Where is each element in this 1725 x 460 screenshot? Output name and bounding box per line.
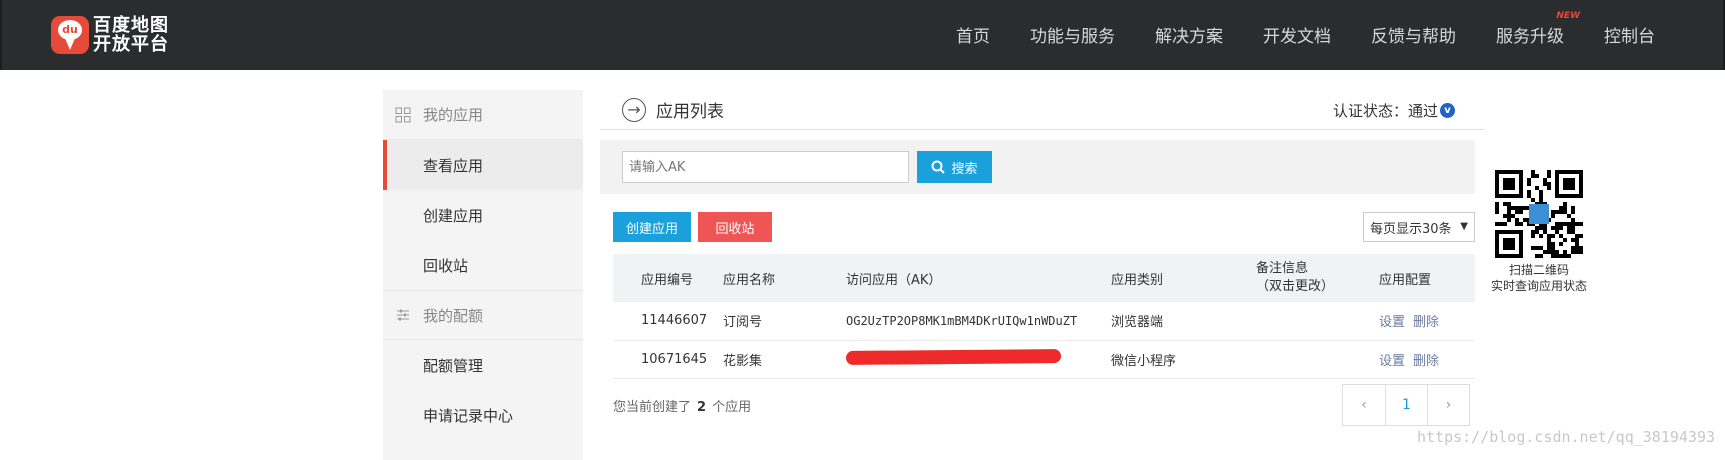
recycle-bin-button[interactable]: 回收站 — [698, 212, 772, 242]
nav-home[interactable]: 首页 — [956, 22, 990, 47]
app-note[interactable] — [1256, 340, 1379, 379]
sidebar-item-quota-manage[interactable]: 配额管理 — [383, 340, 583, 390]
qr-code-icon — [1495, 170, 1583, 258]
search-button-label: 搜索 — [951, 160, 978, 176]
delete-link[interactable]: 删除 — [1413, 315, 1439, 330]
qr-caption-line1: 扫描二维码 — [1508, 263, 1569, 277]
search-panel: 搜索 — [600, 140, 1475, 194]
qr-code — [1495, 170, 1583, 258]
sidebar-item-request-records[interactable]: 申请记录中心 — [383, 390, 583, 440]
sidebar-section-my-apps: 我的应用 — [383, 90, 583, 140]
create-app-button[interactable]: 创建应用 — [613, 212, 691, 242]
count-prefix: 您当前创建了 — [613, 400, 692, 415]
app-name: 订阅号 — [723, 302, 846, 341]
ak-search-input[interactable] — [622, 151, 909, 183]
app-name: 花影集 — [723, 340, 846, 379]
page-title: 应用列表 — [656, 102, 724, 122]
delete-link[interactable]: 删除 — [1413, 354, 1439, 369]
col-header-note-line1: 备注信息 — [1256, 261, 1309, 276]
app-ak: OG2UzTP2OP8MK1mBM4DKrUIQw1nWDuZT — [846, 302, 1111, 341]
page-1-button[interactable]: 1 — [1385, 385, 1427, 425]
app-count-summary: 您当前创建了 2 个应用 — [613, 396, 751, 415]
sidebar-section-label: 我的配额 — [423, 306, 484, 325]
table-row: 11446607 订阅号 OG2UzTP2OP8MK1mBM4DKrUIQw1n… — [613, 302, 1475, 341]
col-header-type: 应用类别 — [1111, 254, 1256, 302]
new-badge: NEW — [1556, 11, 1580, 21]
nav-console[interactable]: 控制台 — [1604, 22, 1655, 47]
logo-badge-icon: du — [51, 16, 89, 54]
settings-link[interactable]: 设置 — [1379, 315, 1405, 330]
app-id: 11446607 — [613, 302, 723, 341]
auth-status: 认证状态：通过 v — [1333, 100, 1455, 121]
app-actions: 设置 删除 — [1379, 340, 1475, 379]
csdn-watermark: https://blog.csdn.net/qq_38194393 — [1416, 428, 1715, 446]
app-count: 2 — [697, 400, 707, 415]
nav-feedback[interactable]: 反馈与帮助 — [1371, 22, 1456, 47]
col-header-name: 应用名称 — [723, 254, 846, 302]
grid-icon — [395, 107, 411, 123]
top-navbar: du 百度地图 开放平台 首页 功能与服务 解决方案 开发文档 反馈与帮助 服务… — [0, 0, 1725, 70]
qr-caption-line2: 实时查询应用状态 — [1490, 279, 1587, 293]
next-page-button[interactable]: › — [1427, 385, 1469, 425]
col-header-id: 应用编号 — [613, 254, 723, 302]
verified-check-icon: v — [1440, 103, 1455, 118]
sidebar-item-view-apps[interactable]: 查看应用 — [383, 140, 583, 190]
logo-text: 百度地图 开放平台 — [93, 16, 169, 54]
redaction-scribble — [845, 349, 1062, 365]
sidebar-item-recycle-bin[interactable]: 回收站 — [383, 240, 583, 290]
col-header-ak: 访问应用（AK） — [846, 254, 1111, 302]
sidebar-item-create-app[interactable]: 创建应用 — [383, 190, 583, 240]
logo-line2: 开放平台 — [93, 34, 169, 55]
auth-status-label: 认证状态：通过 — [1332, 102, 1438, 120]
logo-line1: 百度地图 — [93, 15, 169, 36]
sidebar-section-quota: 我的配额 — [383, 290, 583, 340]
col-header-config: 应用配置 — [1379, 254, 1475, 302]
count-suffix: 个应用 — [712, 400, 752, 415]
sliders-icon — [395, 307, 411, 323]
per-page-select[interactable]: 每页显示30条 ▼ — [1363, 212, 1475, 242]
page-header: → 应用列表 认证状态：通过 v — [600, 90, 1485, 130]
col-header-note-line2: （双击更改） — [1256, 279, 1335, 294]
pagination: ‹ 1 › — [1342, 384, 1470, 426]
baidu-map-logo[interactable]: du 百度地图 开放平台 — [51, 16, 169, 54]
sidebar-section-label: 我的应用 — [423, 106, 484, 124]
app-type: 微信小程序 — [1111, 340, 1256, 379]
app-note[interactable] — [1256, 302, 1379, 341]
search-button[interactable]: 搜索 — [917, 151, 992, 183]
nav-upgrade[interactable]: 服务升级 NEW — [1496, 11, 1580, 47]
main-content: → 应用列表 认证状态：通过 v 搜索 创建应用 回收站 每页显示30条 ▼ 应… — [600, 90, 1485, 379]
nav-upgrade-label: 服务升级 — [1496, 27, 1564, 47]
main-nav: 首页 功能与服务 解决方案 开发文档 反馈与帮助 服务升级 NEW 控制台 — [956, 11, 1655, 47]
app-id: 10671645 — [613, 340, 723, 379]
nav-docs[interactable]: 开发文档 — [1263, 22, 1331, 47]
settings-link[interactable]: 设置 — [1379, 354, 1405, 369]
prev-page-button[interactable]: ‹ — [1343, 385, 1385, 425]
map-pin-icon — [65, 38, 75, 50]
per-page-value: 每页显示30条 — [1370, 221, 1452, 237]
col-header-note: 备注信息 （双击更改） — [1256, 254, 1379, 302]
logo-du-text: du — [58, 20, 82, 40]
app-type: 浏览器端 — [1111, 302, 1256, 341]
nav-solutions[interactable]: 解决方案 — [1155, 22, 1223, 47]
qr-caption: 扫描二维码 实时查询应用状态 — [1483, 262, 1595, 294]
search-icon — [931, 160, 946, 174]
table-row: 10671645 花影集 微信小程序 设置 删除 — [613, 340, 1475, 379]
apps-table: 应用编号 应用名称 访问应用（AK） 应用类别 备注信息 （双击更改） 应用配置… — [613, 254, 1475, 379]
table-toolbar: 创建应用 回收站 每页显示30条 ▼ — [600, 212, 1475, 244]
arrow-right-circle-icon: → — [622, 97, 646, 122]
caret-down-icon: ▼ — [1460, 221, 1468, 232]
nav-features[interactable]: 功能与服务 — [1030, 22, 1115, 47]
table-header-row: 应用编号 应用名称 访问应用（AK） 应用类别 备注信息 （双击更改） 应用配置 — [613, 254, 1475, 302]
app-actions: 设置 删除 — [1379, 302, 1475, 341]
sidebar: 我的应用 查看应用 创建应用 回收站 我的配额 配额管理 申请记录中心 — [383, 90, 583, 460]
app-ak-redacted — [845, 340, 1111, 379]
